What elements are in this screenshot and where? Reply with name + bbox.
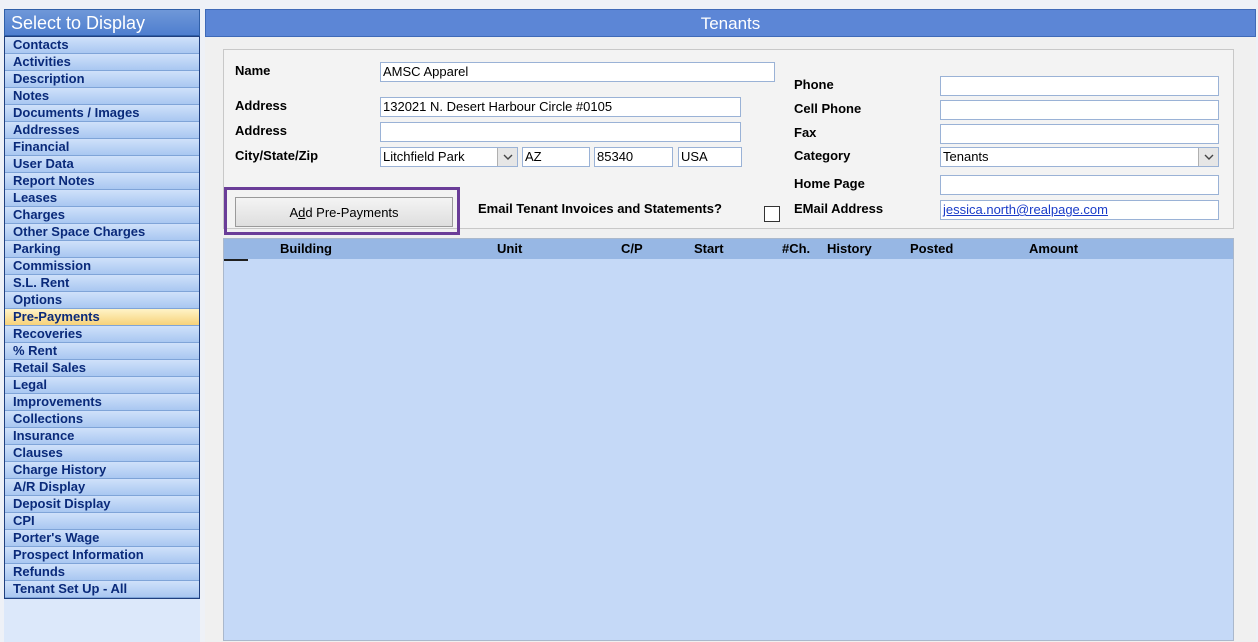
tenant-form: Name AMSC Apparel Address 132021 N. Dese… <box>223 49 1234 235</box>
name-field[interactable]: AMSC Apparel <box>380 62 775 82</box>
email-invoices-checkbox[interactable] <box>764 206 780 222</box>
grid-row-indicator <box>224 259 248 261</box>
category-value: Tenants <box>943 149 989 164</box>
fax-field[interactable] <box>940 124 1219 144</box>
phone-field[interactable] <box>940 76 1219 96</box>
sidebar-item-clauses[interactable]: Clauses <box>5 445 199 462</box>
sidebar-item-notes[interactable]: Notes <box>5 88 199 105</box>
sidebar-item-s-l-rent[interactable]: S.L. Rent <box>5 275 199 292</box>
sidebar-item-leases[interactable]: Leases <box>5 190 199 207</box>
sidebar-item-description[interactable]: Description <box>5 71 199 88</box>
sidebar-item-financial[interactable]: Financial <box>5 139 199 156</box>
address2-field[interactable] <box>380 122 741 142</box>
sidebar-item-other-space-charges[interactable]: Other Space Charges <box>5 224 199 241</box>
sidebar-item-contacts[interactable]: Contacts <box>5 37 199 54</box>
sidebar-item-parking[interactable]: Parking <box>5 241 199 258</box>
sidebar-item-report-notes[interactable]: Report Notes <box>5 173 199 190</box>
home-page-field[interactable] <box>940 175 1219 195</box>
add-pre-payments-button[interactable]: Add Pre-Payments <box>235 197 453 227</box>
sidebar-item-charges[interactable]: Charges <box>5 207 199 224</box>
name-label: Name <box>235 63 271 78</box>
sidebar: Select to Display Contacts Activities Desc… <box>4 9 200 642</box>
sidebar-item-tenant-set-up-all[interactable]: Tenant Set Up - All <box>5 581 199 598</box>
column-header-start[interactable]: Start <box>694 241 724 256</box>
category-label: Category <box>794 148 851 163</box>
sidebar-item-porter-s-wage[interactable]: Porter's Wage <box>5 530 199 547</box>
sidebar-item-pre-payments[interactable]: Pre-Payments <box>5 309 199 326</box>
sidebar-item-insurance[interactable]: Insurance <box>5 428 199 445</box>
column-header-building[interactable]: Building <box>280 241 332 256</box>
sidebar-item-commission[interactable]: Commission <box>5 258 199 275</box>
grid-header: Building Unit C/P Start #Ch. History Posted Amo… <box>224 239 1233 259</box>
city-value: Litchfield Park <box>383 149 465 164</box>
column-header-history[interactable]: History <box>827 241 872 256</box>
column-header-posted[interactable]: Posted <box>910 241 953 256</box>
sidebar-item-improvements[interactable]: Improvements <box>5 394 199 411</box>
column-header-ch[interactable]: #Ch. <box>782 241 810 256</box>
sidebar-item-collections[interactable]: Collections <box>5 411 199 428</box>
page-title: Tenants <box>205 9 1256 37</box>
zip-field[interactable]: 85340 <box>594 147 673 167</box>
city-select[interactable]: Litchfield Park <box>380 147 518 167</box>
email-invoices-label: Email Tenant Invoices and Statements? <box>478 201 722 216</box>
sidebar-item-recoveries[interactable]: Recoveries <box>5 326 199 343</box>
country-field[interactable]: USA <box>678 147 742 167</box>
sidebar-item-user-data[interactable]: User Data <box>5 156 199 173</box>
address1-field[interactable]: 132021 N. Desert Harbour Circle #0105 <box>380 97 741 117</box>
category-select[interactable]: Tenants <box>940 147 1219 167</box>
city-state-zip-label: City/State/Zip <box>235 148 319 163</box>
sidebar-item-legal[interactable]: Legal <box>5 377 199 394</box>
sidebar-item-a-r-display[interactable]: A/R Display <box>5 479 199 496</box>
email-field[interactable]: jessica.north@realpage.com <box>940 200 1219 220</box>
sidebar-item-addresses[interactable]: Addresses <box>5 122 199 139</box>
address2-label: Address <box>235 123 288 138</box>
fax-label: Fax <box>794 125 817 140</box>
chevron-down-icon[interactable] <box>497 148 517 166</box>
cell-phone-field[interactable] <box>940 100 1219 120</box>
email-label: EMail Address <box>794 201 884 216</box>
state-field[interactable]: AZ <box>522 147 590 167</box>
column-header-amount[interactable]: Amount <box>1029 241 1078 256</box>
sidebar-item-rent[interactable]: % Rent <box>5 343 199 360</box>
sidebar-item-options[interactable]: Options <box>5 292 199 309</box>
cell-phone-label: Cell Phone <box>794 101 862 116</box>
sidebar-item-deposit-display[interactable]: Deposit Display <box>5 496 199 513</box>
sidebar-item-documents-images[interactable]: Documents / Images <box>5 105 199 122</box>
sidebar-item-charge-history[interactable]: Charge History <box>5 462 199 479</box>
phone-label: Phone <box>794 77 834 92</box>
prepayments-grid: Building Unit C/P Start #Ch. History Posted Amo… <box>223 238 1234 641</box>
chevron-down-icon[interactable] <box>1198 148 1218 166</box>
sidebar-item-retail-sales[interactable]: Retail Sales <box>5 360 199 377</box>
sidebar-item-activities[interactable]: Activities <box>5 54 199 71</box>
column-header-c-p[interactable]: C/P <box>621 241 643 256</box>
sidebar-title: Select to Display <box>4 9 200 36</box>
sidebar-item-refunds[interactable]: Refunds <box>5 564 199 581</box>
address1-label: Address <box>235 98 288 113</box>
home-page-label: Home Page <box>794 176 865 191</box>
sidebar-item-cpi[interactable]: CPI <box>5 513 199 530</box>
column-header-unit[interactable]: Unit <box>497 241 522 256</box>
sidebar-item-prospect-information[interactable]: Prospect Information <box>5 547 199 564</box>
highlight-outline: Add Pre-Payments <box>224 187 460 235</box>
main-panel: Tenants Name AMSC Apparel Address 132021… <box>205 9 1256 642</box>
sidebar-list: Contacts Activities Description Notes Docume… <box>4 36 200 599</box>
